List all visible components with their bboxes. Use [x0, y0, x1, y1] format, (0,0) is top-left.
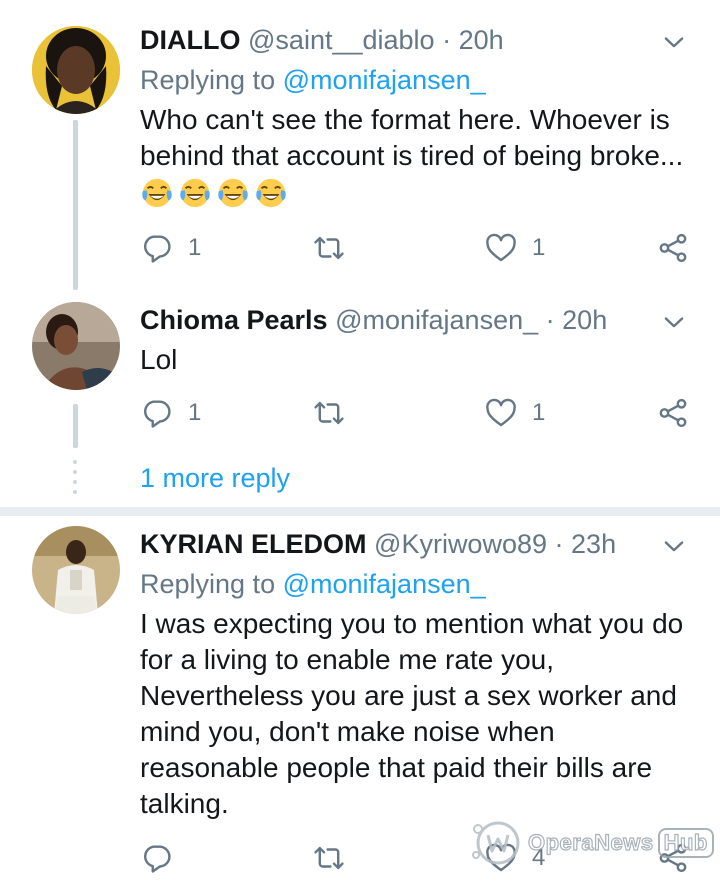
share-icon: [659, 398, 687, 428]
reply-icon: [144, 400, 171, 428]
tweet-header: KYRIAN ELEDOM @Kyriwowo89 · 23h: [140, 526, 616, 562]
thread-gap-dots: [71, 460, 79, 494]
tweet-body: Who can't see the format here. Whoever i…: [140, 104, 684, 171]
emoji-row: [140, 176, 692, 210]
tweet-header: DIALLO @saint__diablo · 20h: [140, 22, 504, 58]
tweet-actions: 1 1: [140, 228, 700, 268]
reply-icon: [144, 235, 171, 263]
retweet-icon: [314, 236, 344, 260]
avatar[interactable]: [32, 302, 120, 390]
reply-button[interactable]: 1: [140, 228, 201, 268]
reply-button[interactable]: [140, 838, 188, 878]
separator-dot: ·: [545, 305, 555, 335]
avatar[interactable]: [32, 526, 120, 614]
reply-count: 1: [188, 399, 202, 426]
share-icon: [659, 233, 687, 263]
timestamp[interactable]: 20h: [459, 25, 504, 55]
user-handle[interactable]: @monifajansen_: [335, 305, 538, 335]
tweet-actions: 1 1: [140, 393, 700, 433]
operanews-hub-watermark: OperaNews Hub: [468, 812, 714, 874]
heart-icon: [486, 398, 516, 427]
retweet-button[interactable]: [312, 838, 360, 878]
replying-to: Replying to @monifajansen_: [140, 62, 486, 98]
thread-line: [73, 404, 78, 448]
tweet-text: Lol: [140, 344, 178, 375]
avatar[interactable]: [32, 26, 120, 114]
tweet-text: Who can't see the format here. Whoever i…: [140, 102, 692, 210]
timestamp[interactable]: 23h: [571, 529, 616, 559]
face-with-tears-of-joy-icon: [256, 178, 286, 208]
retweet-button[interactable]: [312, 228, 360, 268]
watermark-brand: OperaNews: [527, 829, 654, 855]
operanews-logo-icon: [472, 821, 520, 865]
retweet-button[interactable]: [312, 393, 360, 433]
share-button[interactable]: [656, 228, 690, 268]
retweet-icon: [314, 401, 344, 425]
tweet-chioma-pearls[interactable]: Chioma Pearls @monifajansen_ · 20h Lol 1…: [0, 280, 720, 455]
tweet-header: Chioma Pearls @monifajansen_ · 20h: [140, 302, 607, 338]
reply-icon: [144, 845, 171, 873]
display-name[interactable]: DIALLO: [140, 25, 241, 55]
display-name[interactable]: KYRIAN ELEDOM: [140, 529, 367, 559]
like-button[interactable]: 1: [484, 393, 545, 433]
replying-to: Replying to @monifajansen_: [140, 566, 486, 602]
like-count: 1: [532, 399, 546, 426]
replying-prefix: Replying to: [140, 569, 276, 599]
tweet-diallo[interactable]: DIALLO @saint__diablo · 20h Replying to …: [0, 0, 720, 290]
retweet-icon: [314, 846, 344, 870]
heart-icon: [486, 233, 516, 262]
reply-button[interactable]: 1: [140, 393, 201, 433]
separator-dot: ·: [554, 529, 564, 559]
face-with-tears-of-joy-icon: [218, 178, 248, 208]
replying-prefix: Replying to: [140, 65, 276, 95]
like-count: 1: [532, 234, 546, 261]
chevron-down-icon[interactable]: [660, 308, 688, 336]
replying-to-link[interactable]: @monifajansen_: [283, 569, 486, 599]
like-button[interactable]: 1: [484, 228, 545, 268]
tweet-text: I was expecting you to mention what you …: [140, 608, 684, 819]
replying-to-link[interactable]: @monifajansen_: [283, 65, 486, 95]
thread-line: [73, 120, 78, 290]
user-handle[interactable]: @saint__diablo: [248, 25, 435, 55]
face-with-tears-of-joy-icon: [142, 178, 172, 208]
watermark-hub: Hub: [657, 828, 714, 858]
display-name[interactable]: Chioma Pearls: [140, 305, 328, 335]
timestamp[interactable]: 20h: [562, 305, 607, 335]
share-button[interactable]: [656, 393, 690, 433]
face-with-tears-of-joy-icon: [180, 178, 210, 208]
chevron-down-icon[interactable]: [660, 532, 688, 560]
show-more-replies-link[interactable]: 1 more reply: [140, 460, 290, 496]
chevron-down-icon[interactable]: [660, 28, 688, 56]
separator-dot: ·: [442, 25, 452, 55]
reply-count: 1: [188, 234, 202, 261]
user-handle[interactable]: @Kyriwowo89: [374, 529, 547, 559]
